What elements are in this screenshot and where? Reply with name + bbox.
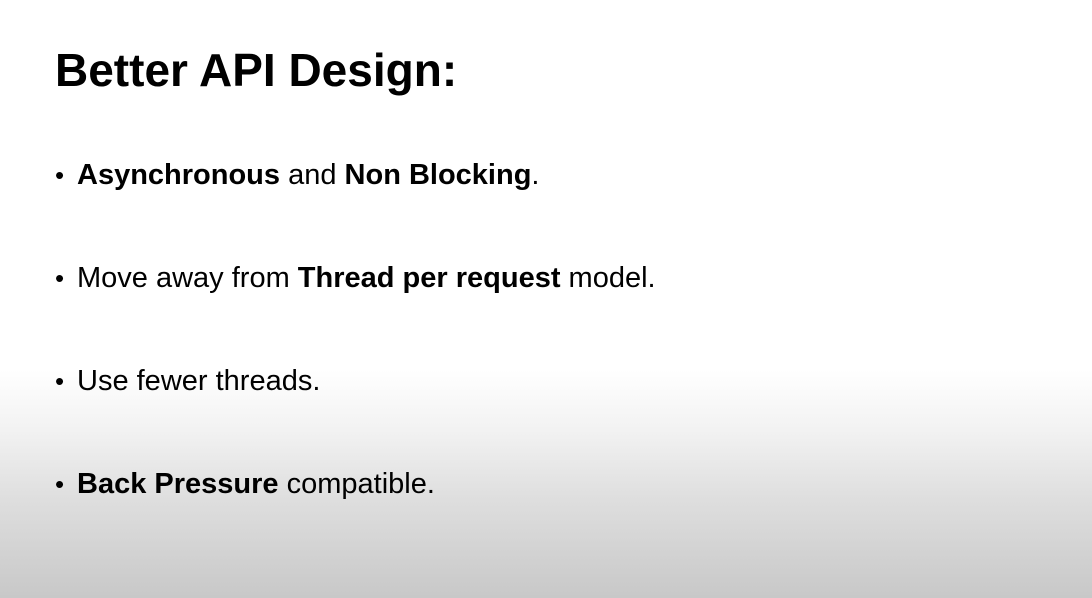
bullet-2-text-1: Move away from (77, 262, 298, 294)
bullet-1-text-2: and (280, 159, 345, 191)
slide-title: Better API Design: (55, 44, 458, 96)
bullet-2-text-3: model. (560, 262, 656, 294)
bullet-1-text-3: Non Blocking (344, 159, 532, 191)
bullet-dot-icon: • (55, 263, 65, 293)
slide: Better API Design: • Asynchronous and Non… (0, 0, 1092, 598)
bullet-item-4: • Back Pressure compatible. (55, 459, 1055, 562)
bullet-item-3: • Use fewer threads. (55, 356, 1055, 459)
bullet-3-text-1: Use fewer threads. (77, 365, 321, 397)
bullet-item-2: • Move away from Thread per request model… (55, 253, 1055, 356)
bullet-1-text-1: Asynchronous (77, 159, 281, 191)
bullet-4-text-2: compatible. (278, 468, 435, 500)
bullet-list: • Asynchronous and Non Blocking. • Move aw… (55, 150, 1055, 562)
bullet-dot-icon: • (55, 160, 65, 190)
bullet-dot-icon: • (55, 366, 65, 396)
bullet-2-text-2: Thread per request (297, 262, 561, 294)
bullet-4-text-1: Back Pressure (77, 468, 279, 500)
bullet-dot-icon: • (55, 469, 65, 499)
bullet-1-text-4: . (531, 159, 540, 191)
bullet-item-1: • Asynchronous and Non Blocking. (55, 150, 1055, 253)
